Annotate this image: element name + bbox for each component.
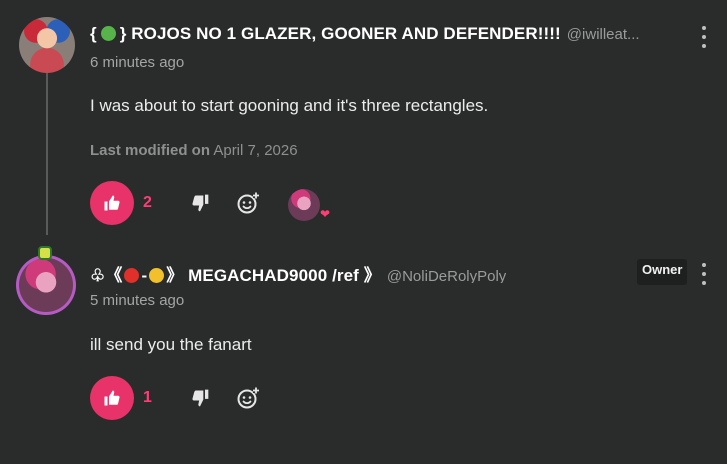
- username-text: } ROJOS NO 1 GLAZER, GOONER AND DEFENDER…: [119, 24, 561, 43]
- kebab-menu-icon[interactable]: [701, 263, 707, 285]
- thumbs-up-icon: [104, 390, 120, 406]
- timestamp: 5 minutes ago: [90, 292, 185, 309]
- last-modified-date: April 7, 2026: [213, 142, 298, 159]
- user-handle[interactable]: @NoliDeRolyPoly: [387, 268, 506, 283]
- comment-body: ill send you the fanart: [90, 335, 252, 354]
- like-count: 1: [143, 389, 152, 406]
- like-count: 2: [143, 194, 152, 211]
- comment-header: { } ROJOS NO 1 GLAZER, GOONER AND DEFENDE…: [90, 24, 687, 46]
- add-reaction-icon[interactable]: [236, 191, 260, 215]
- reaction-avatar[interactable]: [288, 189, 320, 221]
- thumbs-down-icon[interactable]: [190, 193, 210, 213]
- kebab-menu-icon[interactable]: [701, 26, 707, 48]
- thumbs-down-icon[interactable]: [190, 388, 210, 408]
- username[interactable]: { } ROJOS NO 1 GLAZER, GOONER AND DEFENDE…: [90, 24, 561, 44]
- heart-icon: ❤: [320, 207, 331, 221]
- user-handle[interactable]: @iwilleat...: [567, 26, 640, 43]
- thumbs-up-icon: [104, 195, 120, 211]
- yellow-circle-emoji: [149, 268, 165, 283]
- timestamp: 6 minutes ago: [90, 54, 185, 71]
- green-circle-emoji: [100, 26, 116, 41]
- add-reaction-icon[interactable]: [236, 386, 260, 410]
- avatar-badge-icon: [38, 246, 52, 260]
- avatar[interactable]: [19, 17, 75, 73]
- username-text: 》 MEGACHAD9000 /ref 》: [166, 266, 381, 283]
- username-prefix: ♧《: [90, 266, 123, 283]
- comment-body: I was about to start gooning and it's th…: [90, 96, 489, 115]
- like-button[interactable]: [90, 181, 134, 225]
- thread-line: [46, 70, 48, 235]
- last-modified-label: Last modified on: [90, 142, 210, 159]
- last-modified: Last modified on April 7, 2026: [90, 142, 298, 159]
- comment-header: ♧《 - 》 MEGACHAD9000 /ref 》 @NoliDeRolyPoly: [90, 261, 687, 283]
- username[interactable]: ♧《 - 》 MEGACHAD9000 /ref 》: [90, 261, 381, 283]
- red-circle-emoji: [124, 268, 140, 283]
- username-separator: -: [141, 266, 148, 283]
- owner-badge: Owner: [637, 259, 688, 285]
- username-prefix: {: [90, 24, 97, 43]
- like-button[interactable]: [90, 376, 134, 420]
- avatar[interactable]: [19, 258, 73, 312]
